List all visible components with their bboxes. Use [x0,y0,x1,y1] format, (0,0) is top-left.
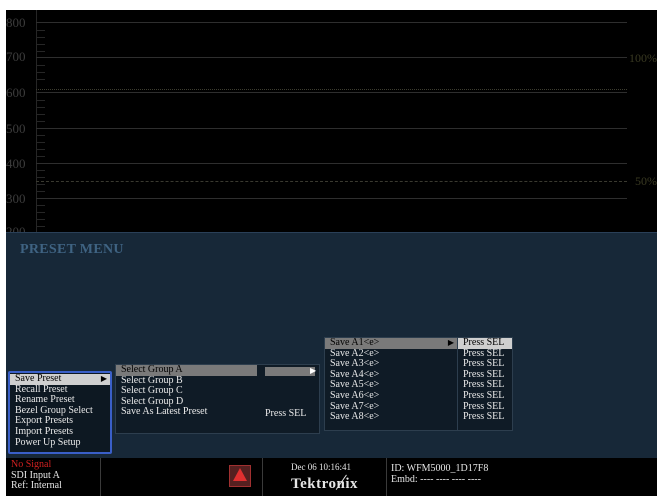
graticule-line [36,92,627,93]
tick [36,170,45,171]
no-signal-indicator: No Signal [11,459,52,470]
menu-item-save-a6[interactable]: Save A6<e> [325,390,457,402]
tick [36,72,45,73]
graticule-line [36,57,627,58]
menu-item-save-a8[interactable]: Save A8<e> [325,412,457,423]
waveform-graticule: 800 700 600 500 400 300 200 [6,10,657,238]
status-bar: No Signal SDI Input A Ref: Internal Dec … [6,458,657,496]
graticule-line [36,198,627,199]
tick [36,30,45,31]
date-time: Dec 06 10:16:41 [291,462,351,472]
graticule-line-50 [36,181,627,182]
alarm-indicator [229,465,251,487]
tick [36,37,45,38]
press-sel-a1[interactable]: Press SEL [458,337,512,349]
tick [36,114,45,115]
instrument-screen: 800 700 600 500 400 300 200 [6,10,657,496]
preset-main-menu: Save Preset ▶ Recall Preset Rename Preset… [8,371,112,454]
tick [36,142,45,143]
right-label-100: 100% [629,51,657,65]
menu-item-select-group-a[interactable]: Select Group A [116,364,257,376]
menu-item-save-a1[interactable]: Save A1<e> ▶ [325,337,457,349]
tick [36,135,45,136]
reference-label: Ref: Internal [11,480,62,491]
tick [36,177,45,178]
menu-item-save-preset[interactable]: Save Preset ▶ [10,373,110,385]
status-divider [100,458,101,496]
instrument-id-label: ID: WFM5000_1D17F8 [391,463,489,474]
save-slot-submenu: Save A1<e> ▶ Save A2<e> Save A3<e> Save A… [324,337,458,431]
instrument-id: ID: WFM5000_1D17F8 Embd: ---- ---- ---- … [391,463,488,485]
menu-item-power-up-setup[interactable]: Power Up Setup [10,437,110,449]
warning-icon [233,468,247,481]
y-label-600: 600 [6,85,26,100]
tick [36,100,45,101]
y-label-800: 800 [6,15,26,30]
graticule-line-100 [36,89,627,90]
right-label-50: 50% [635,174,657,188]
tick [36,205,45,206]
tick [36,156,45,157]
tick [36,51,45,52]
tick [36,191,45,192]
press-sel-a6[interactable]: Press SEL [458,390,512,402]
input-status: No Signal SDI Input A Ref: Internal [11,459,62,492]
tick [36,44,45,45]
y-label-300: 300 [6,191,26,206]
graticule-line [36,163,627,164]
y-label-700: 700 [6,49,26,64]
press-sel-a8[interactable]: Press SEL [458,412,512,423]
status-divider [386,458,387,496]
tick [36,107,45,108]
menu-item-import-presets[interactable]: Import Presets [10,426,110,438]
tick [36,79,45,80]
tick [36,226,45,227]
press-sel-label: Press SEL [265,408,307,419]
graticule-line [36,22,627,23]
y-label-500: 500 [6,121,26,136]
submenu-arrow-icon: ▶ [447,338,454,347]
tick [36,149,45,150]
tick [36,219,45,220]
embedded-audio-label: Embd: ---- ---- ---- ---- [391,474,481,485]
press-sel-column: Press SEL Press SEL Press SEL Press SEL … [457,337,513,431]
panel-title: PRESET MENU [20,242,124,257]
status-divider [262,458,263,496]
menu-item-label: Save A1<e> [330,337,380,348]
tick [36,121,45,122]
tick [36,184,45,185]
menu-item-label: Save Preset [15,373,62,384]
group-selection-bar [265,367,315,376]
tick [36,65,45,66]
submenu-arrow-icon: ▶ [310,366,317,375]
tick [36,212,45,213]
y-label-400: 400 [6,156,26,171]
submenu-arrow-icon: ▶ [100,374,107,383]
graticule-line [36,128,627,129]
